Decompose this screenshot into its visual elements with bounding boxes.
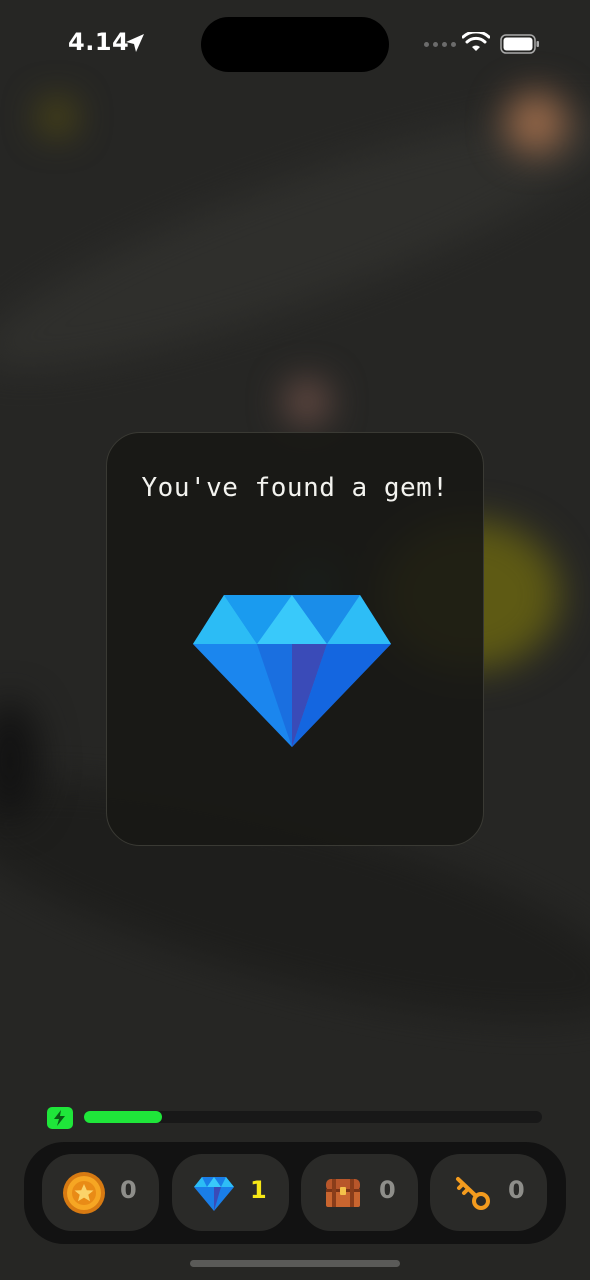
inventory-slot-chest[interactable]: 0 xyxy=(301,1154,418,1231)
status-bar: 4.14 xyxy=(0,0,590,88)
inventory-bar: 0 1 0 0 xyxy=(24,1142,566,1244)
wifi-icon xyxy=(462,32,490,51)
dynamic-island xyxy=(201,17,389,72)
key-icon xyxy=(456,1177,490,1210)
energy-battery-icon xyxy=(47,1107,73,1129)
inventory-slot-key[interactable]: 0 xyxy=(430,1154,547,1231)
chest-count: 0 xyxy=(379,1176,396,1204)
treasure-chest-icon xyxy=(326,1179,360,1207)
coin-icon xyxy=(63,1172,105,1214)
coin-count: 0 xyxy=(120,1176,137,1204)
energy-bar-fill xyxy=(84,1111,162,1123)
home-indicator[interactable] xyxy=(190,1260,400,1267)
inventory-slot-gem[interactable]: 1 xyxy=(172,1154,289,1231)
gem-count: 1 xyxy=(250,1176,267,1204)
energy-bar xyxy=(84,1111,542,1123)
gem-icon xyxy=(194,1177,234,1211)
gem-found-dialog[interactable]: You've found a gem! xyxy=(106,432,484,846)
location-arrow-icon xyxy=(126,34,144,52)
key-count: 0 xyxy=(508,1176,525,1204)
signal-icon xyxy=(424,42,456,47)
battery-icon xyxy=(500,34,539,54)
status-time: 4.14 xyxy=(68,28,130,56)
diamond-gem-icon xyxy=(193,595,391,747)
dialog-title: You've found a gem! xyxy=(141,473,449,503)
inventory-slot-coin[interactable]: 0 xyxy=(42,1154,159,1231)
